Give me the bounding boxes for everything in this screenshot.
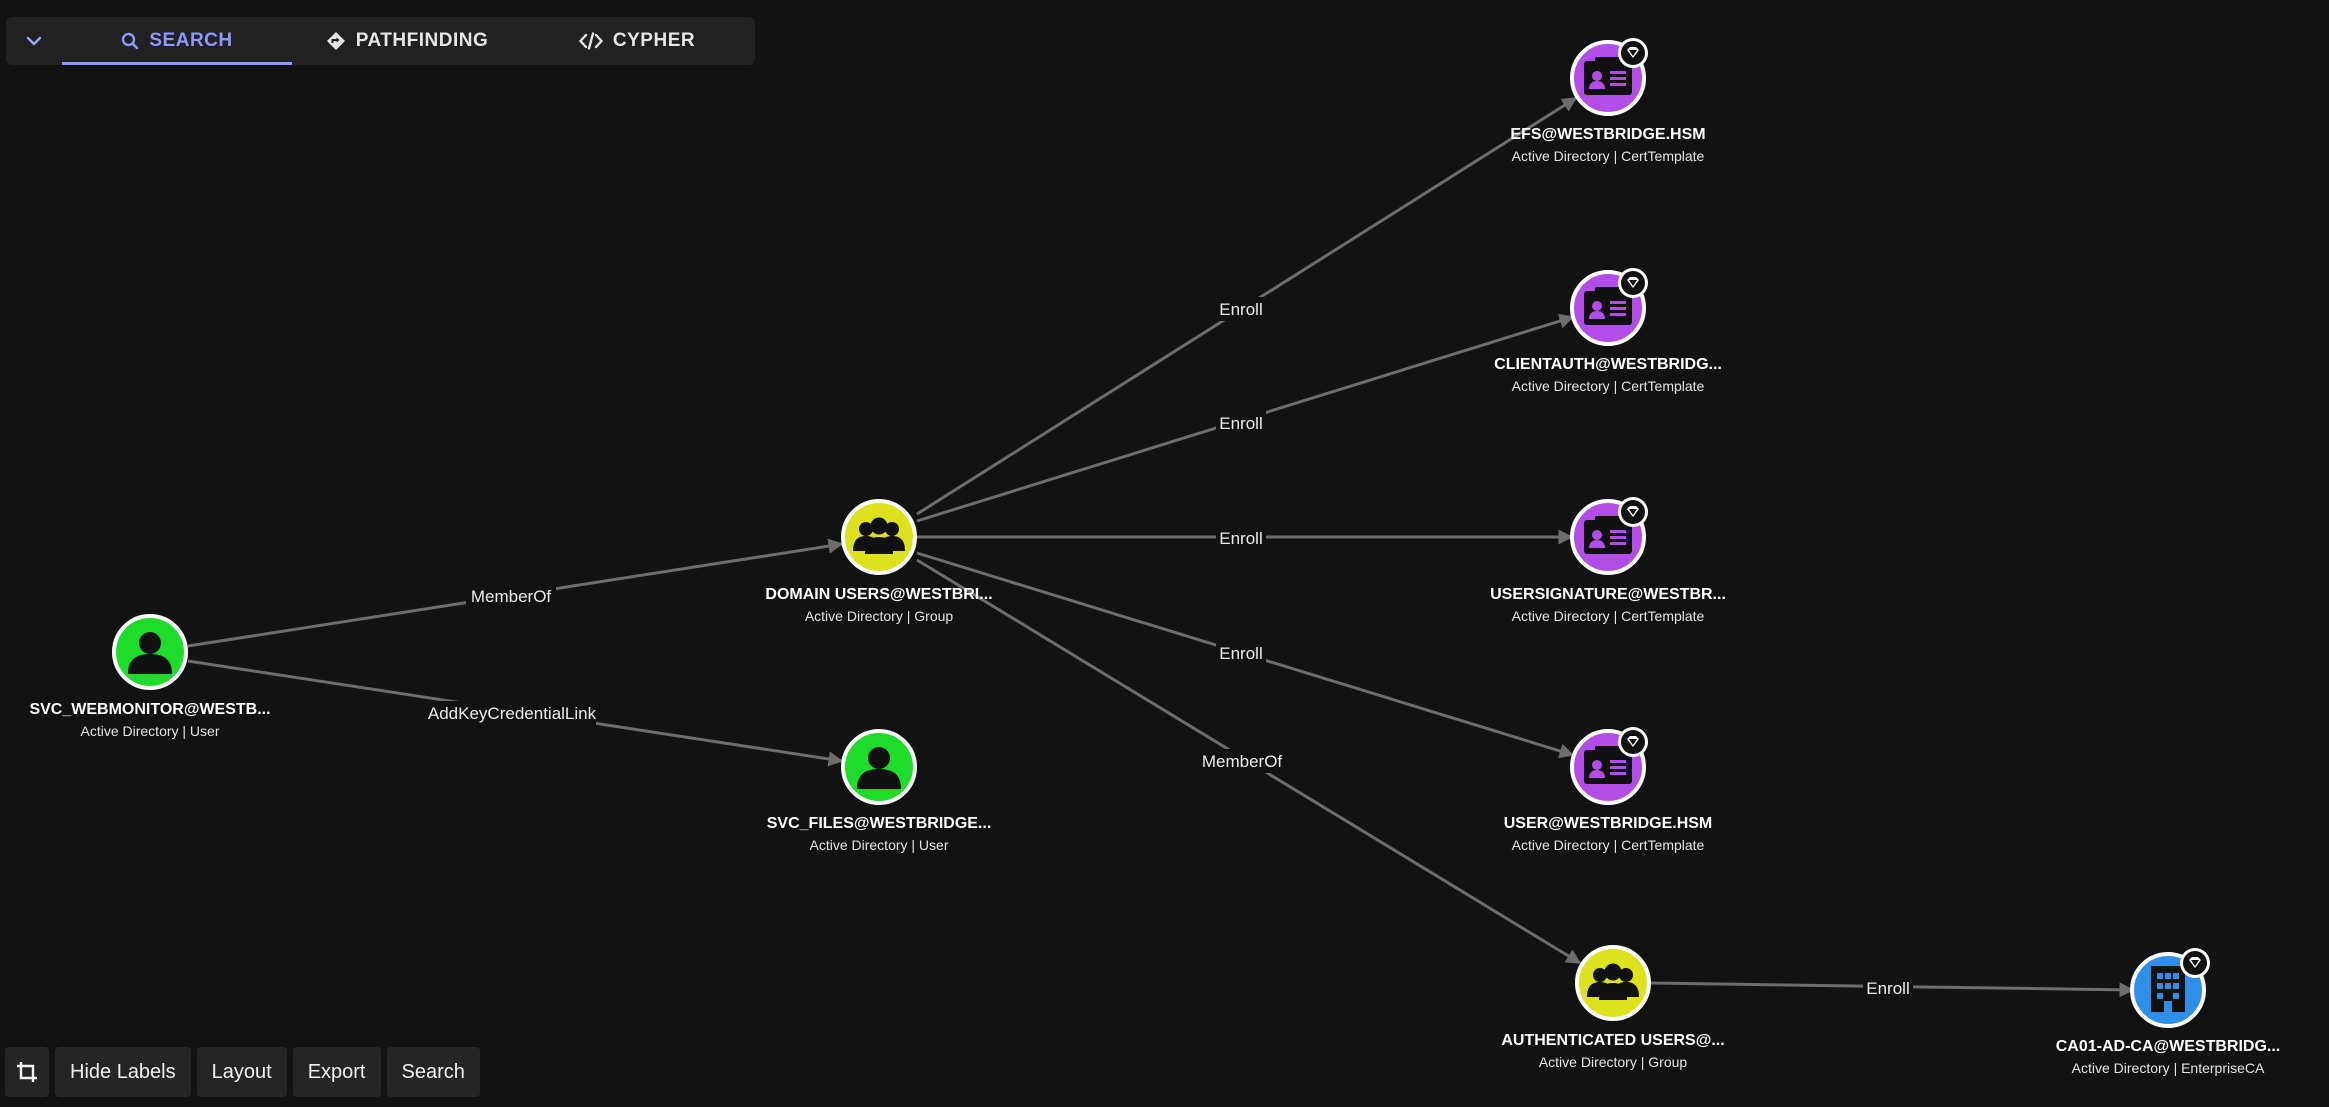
graph-toolbar: Hide Labels Layout Export Search (5, 1047, 480, 1097)
crop-icon (17, 1062, 37, 1082)
edge-enroll-domain-users-clientauth[interactable]: Enroll (916, 313, 1575, 523)
node-domain-users[interactable]: DOMAIN USERS@WESTBRI... Active Directory… (765, 499, 993, 624)
edge-label: Enroll (1219, 644, 1262, 663)
node-efs[interactable]: EFS@WESTBRIDGE.HSM Active Directory | Ce… (1510, 38, 1706, 164)
graph-canvas[interactable]: MemberOf AddKeyCredentialLink Enroll Enr… (0, 0, 2329, 1107)
edge-label: Enroll (1866, 979, 1909, 998)
export-button[interactable]: Export (292, 1047, 381, 1097)
edge-label: MemberOf (1202, 752, 1283, 771)
node-type: Active Directory | CertTemplate (1512, 837, 1705, 853)
edge-memberof-svc-webmonitor-domain-users[interactable]: MemberOf (187, 538, 844, 648)
edge-label: AddKeyCredentialLink (428, 704, 597, 723)
edge-label: MemberOf (471, 587, 552, 606)
high-value-gem-icon (1618, 727, 1648, 757)
node-type: Active Directory | User (81, 723, 220, 739)
edge-addkeycredentiallink-svc-webmonitor-svc-files[interactable]: AddKeyCredentialLink (187, 659, 844, 767)
node-type: Active Directory | CertTemplate (1512, 608, 1705, 624)
node-name: SVC_FILES@WESTBRIDGE... (767, 815, 992, 832)
edge-memberof-domain-users-authenticated-users[interactable]: MemberOf (916, 558, 1582, 965)
edge-label: Enroll (1219, 529, 1262, 548)
node-authenticated-users[interactable]: AUTHENTICATED USERS@... Active Directory… (1501, 945, 1725, 1070)
node-name: DOMAIN USERS@WESTBRI... (765, 586, 992, 603)
node-type: Active Directory | Group (805, 608, 954, 624)
node-name: CA01-AD-CA@WESTBRIDG... (2056, 1038, 2281, 1055)
hide-labels-button[interactable]: Hide Labels (55, 1047, 191, 1097)
edge-enroll-domain-users-user[interactable]: Enroll (916, 551, 1575, 759)
node-name: EFS@WESTBRIDGE.HSM (1510, 126, 1705, 143)
high-value-gem-icon (1618, 268, 1648, 298)
edge-label: Enroll (1219, 414, 1262, 433)
node-name: USER@WESTBRIDGE.HSM (1504, 815, 1713, 832)
node-type: Active Directory | CertTemplate (1512, 378, 1705, 394)
enterprise-ca-icon (2151, 966, 2185, 1012)
high-value-gem-icon (2180, 948, 2210, 978)
node-name: USERSIGNATURE@WESTBR... (1490, 586, 1726, 603)
search-button[interactable]: Search (386, 1047, 480, 1097)
node-svc-webmonitor[interactable]: SVC_WEBMONITOR@WESTB... Active Directory… (29, 614, 271, 739)
node-type: Active Directory | User (810, 837, 949, 853)
edge-enroll-domain-users-efs[interactable]: Enroll (916, 96, 1578, 516)
node-ca01[interactable]: CA01-AD-CA@WESTBRIDG... Active Directory… (2056, 948, 2281, 1076)
node-name: AUTHENTICATED USERS@... (1501, 1032, 1724, 1049)
node-name: SVC_WEBMONITOR@WESTB... (29, 701, 270, 718)
node-type: Active Directory | Group (1539, 1054, 1688, 1070)
node-user-cert[interactable]: USER@WESTBRIDGE.HSM Active Directory | C… (1504, 727, 1713, 853)
layout-button[interactable]: Layout (196, 1047, 287, 1097)
edge-label: Enroll (1219, 300, 1262, 319)
node-name: CLIENTAUTH@WESTBRIDG... (1494, 356, 1722, 373)
node-svc-files[interactable]: SVC_FILES@WESTBRIDGE... Active Directory… (767, 729, 992, 853)
node-type: Active Directory | CertTemplate (1512, 148, 1705, 164)
crop-button[interactable] (5, 1047, 49, 1097)
high-value-gem-icon (1618, 497, 1648, 527)
high-value-gem-icon (1618, 38, 1648, 68)
node-usersignature[interactable]: USERSIGNATURE@WESTBR... Active Directory… (1490, 497, 1726, 624)
edge-enroll-domain-users-usersignature[interactable]: Enroll (917, 526, 1574, 550)
edge-enroll-authenticated-users-ca01[interactable]: Enroll (1649, 976, 2135, 1000)
node-type: Active Directory | EnterpriseCA (2072, 1060, 2265, 1076)
